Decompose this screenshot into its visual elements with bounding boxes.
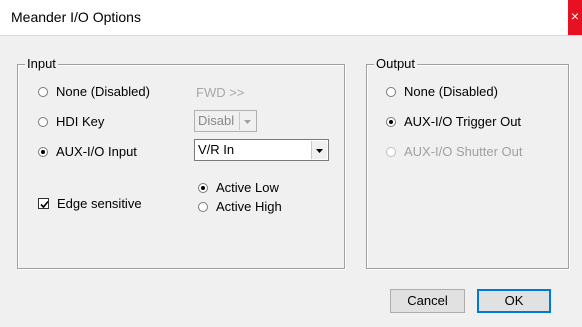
radio-label: Active Low	[216, 180, 279, 195]
radio-indicator	[386, 86, 396, 97]
ok-button[interactable]: OK	[477, 289, 551, 313]
active-high-radio[interactable]: Active High	[198, 199, 282, 214]
window-title: Meander I/O Options	[11, 9, 141, 25]
input-legend: Input	[25, 56, 58, 71]
radio-indicator	[38, 146, 48, 157]
hdi-key-select: Disabl	[194, 110, 257, 132]
cancel-button[interactable]: Cancel	[390, 289, 465, 313]
aux-io-input-select-value: V/R In	[198, 142, 235, 157]
radio-indicator	[198, 201, 208, 212]
active-low-radio[interactable]: Active Low	[198, 180, 279, 195]
chevron-down-icon[interactable]	[311, 141, 327, 159]
radio-label: HDI Key	[56, 114, 105, 129]
radio-label: AUX-I/O Input	[56, 144, 137, 159]
radio-indicator	[38, 116, 48, 127]
radio-indicator	[198, 182, 208, 193]
output-none-radio[interactable]: None (Disabled)	[386, 84, 498, 99]
title-bar: Meander I/O Options ×	[0, 0, 582, 35]
input-aux-io-radio[interactable]: AUX-I/O Input	[38, 144, 137, 159]
edge-sensitive-checkbox[interactable]: Edge sensitive	[38, 196, 142, 211]
radio-label: None (Disabled)	[404, 84, 498, 99]
checkbox-label: Edge sensitive	[57, 196, 142, 211]
radio-label: AUX-I/O Shutter Out	[404, 144, 523, 159]
checkbox-indicator	[38, 198, 49, 209]
radio-indicator	[386, 146, 396, 157]
close-button[interactable]: ×	[568, 0, 582, 35]
radio-indicator	[38, 86, 48, 97]
input-hdi-key-radio[interactable]: HDI Key	[38, 114, 104, 129]
input-none-radio[interactable]: None (Disabled)	[38, 84, 150, 99]
title-divider	[0, 35, 582, 36]
output-trigger-out-radio[interactable]: AUX-I/O Trigger Out	[386, 114, 521, 129]
radio-indicator	[386, 116, 396, 127]
radio-label: None (Disabled)	[56, 84, 150, 99]
output-legend: Output	[374, 56, 418, 71]
aux-io-input-select[interactable]: V/R In	[194, 139, 329, 161]
radio-label: Active High	[216, 199, 282, 214]
hdi-key-select-value: Disabl	[198, 113, 235, 128]
chevron-down-icon	[239, 112, 255, 130]
output-shutter-out-radio: AUX-I/O Shutter Out	[386, 144, 523, 159]
fwd-link: FWD >>	[196, 85, 245, 100]
radio-label: AUX-I/O Trigger Out	[404, 114, 522, 129]
